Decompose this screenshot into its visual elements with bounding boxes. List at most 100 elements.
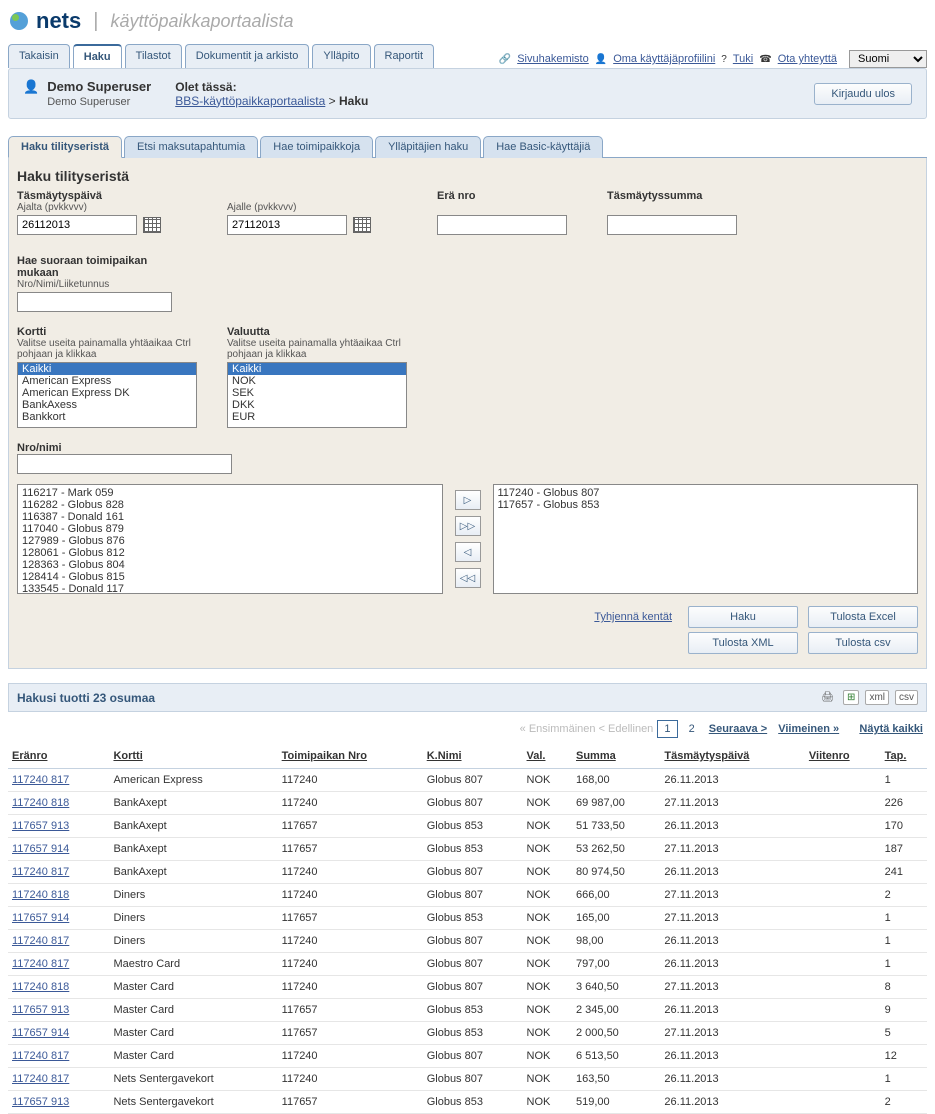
cell-batch[interactable]: 117240 817 — [8, 953, 109, 976]
move-left-button[interactable]: ◁ — [455, 542, 481, 562]
cell-batch[interactable]: 117657 914 — [8, 1022, 109, 1045]
contact-link[interactable]: Ota yhteyttä — [778, 53, 837, 65]
card-option[interactable]: American Express DK — [18, 387, 196, 399]
list-item[interactable]: 116387 - Donald 161 — [20, 511, 440, 523]
page-1[interactable]: 1 — [657, 720, 677, 738]
direct-input[interactable] — [17, 292, 172, 312]
col-card[interactable]: Kortti — [109, 744, 277, 769]
cell-merchant: 117657 — [278, 1091, 423, 1114]
list-item[interactable]: 117240 - Globus 807 — [496, 487, 916, 499]
csv-icon[interactable]: csv — [895, 690, 918, 705]
to-date-sublabel: Ajalle (pvkkvvv) — [227, 202, 417, 213]
tab-search[interactable]: Haku — [73, 44, 122, 68]
sitemap-link[interactable]: Sivuhakemisto — [517, 53, 589, 65]
subtab-basic[interactable]: Hae Basic-käyttäjiä — [483, 136, 603, 158]
subtab-settlements[interactable]: Haku tilityseristä — [8, 136, 122, 158]
cell-card: Diners — [109, 907, 277, 930]
currency-option[interactable]: DKK — [228, 399, 406, 411]
amount-input[interactable] — [607, 215, 737, 235]
col-date[interactable]: Täsmäytyspäivä — [660, 744, 804, 769]
currency-option[interactable]: NOK — [228, 375, 406, 387]
list-item[interactable]: 116217 - Mark 059 — [20, 487, 440, 499]
subtab-admins[interactable]: Ylläpitäjien haku — [375, 136, 481, 158]
currency-option[interactable]: EUR — [228, 411, 406, 423]
cell-batch[interactable]: 117240 818 — [8, 792, 109, 815]
cell-batch[interactable]: 117240 818 — [8, 884, 109, 907]
selected-list[interactable]: 117240 - Globus 807 117657 - Globus 853 — [493, 484, 919, 594]
cell-batch[interactable]: 117240 817 — [8, 930, 109, 953]
help-link[interactable]: Tuki — [733, 53, 753, 65]
nroname-input[interactable] — [17, 454, 232, 474]
cell-batch[interactable]: 117240 817 — [8, 1045, 109, 1068]
logout-button[interactable]: Kirjaudu ulos — [814, 83, 912, 105]
list-item[interactable]: 116282 - Globus 828 — [20, 499, 440, 511]
move-all-right-button[interactable]: ▷▷ — [455, 516, 481, 536]
calendar-icon[interactable] — [353, 217, 371, 233]
list-item[interactable]: 117657 - Globus 853 — [496, 499, 916, 511]
currency-option[interactable]: SEK — [228, 387, 406, 399]
cell-batch[interactable]: 117657 913 — [8, 815, 109, 838]
profile-icon: 👤 — [595, 54, 607, 65]
print-excel-button[interactable]: Tulosta Excel — [808, 606, 918, 628]
list-item[interactable]: 133545 - Donald 117 — [20, 583, 440, 594]
cell-batch[interactable]: 117240 818 — [8, 976, 109, 999]
cell-batch[interactable]: 117240 817 — [8, 861, 109, 884]
card-option[interactable]: Kaikki — [18, 363, 196, 375]
last-page[interactable]: Viimeinen » — [778, 723, 839, 735]
list-item[interactable]: 117040 - Globus 879 — [20, 523, 440, 535]
available-list[interactable]: 116217 - Mark 059 116282 - Globus 828 11… — [17, 484, 443, 594]
currency-option[interactable]: Kaikki — [228, 363, 406, 375]
cell-batch[interactable]: 117240 817 — [8, 1068, 109, 1091]
col-kname[interactable]: K.Nimi — [423, 744, 523, 769]
search-button[interactable]: Haku — [688, 606, 798, 628]
cell-batch[interactable]: 117657 913 — [8, 999, 109, 1022]
move-right-button[interactable]: ▷ — [455, 490, 481, 510]
cell-date: 26.11.2013 — [660, 769, 804, 792]
move-all-left-button[interactable]: ◁◁ — [455, 568, 481, 588]
excel-icon[interactable]: ⊞ — [843, 690, 859, 705]
breadcrumb-link[interactable]: BBS-käyttöpaikkaportaalista — [175, 94, 325, 108]
xml-icon[interactable]: xml — [865, 690, 889, 705]
card-option[interactable]: American Express — [18, 375, 196, 387]
batch-input[interactable] — [437, 215, 567, 235]
show-all-link[interactable]: Näytä kaikki — [859, 723, 923, 735]
print-xml-button[interactable]: Tulosta XML — [688, 632, 798, 654]
col-sum[interactable]: Summa — [572, 744, 660, 769]
subtab-merchants[interactable]: Hae toimipaikkoja — [260, 136, 373, 158]
subtab-transactions[interactable]: Etsi maksutapahtumia — [124, 136, 258, 158]
currency-select[interactable]: Kaikki NOK SEK DKK EUR — [227, 362, 407, 428]
cell-batch[interactable]: 117657 914 — [8, 907, 109, 930]
cell-ref — [805, 815, 881, 838]
tab-maintenance[interactable]: Ylläpito — [312, 44, 370, 68]
from-date-input[interactable] — [17, 215, 137, 235]
cell-batch[interactable]: 117657 913 — [8, 1091, 109, 1114]
tab-reports[interactable]: Raportit — [374, 44, 435, 68]
list-item[interactable]: 128414 - Globus 815 — [20, 571, 440, 583]
cell-batch[interactable]: 117657 914 — [8, 838, 109, 861]
col-ref[interactable]: Viitenro — [805, 744, 881, 769]
list-item[interactable]: 128061 - Globus 812 — [20, 547, 440, 559]
tab-documents[interactable]: Dokumentit ja arkisto — [185, 44, 310, 68]
tab-back[interactable]: Takaisin — [8, 44, 70, 68]
tab-stats[interactable]: Tilastot — [125, 44, 182, 68]
next-page[interactable]: Seuraava > — [709, 723, 767, 735]
card-option[interactable]: BankAxess — [18, 399, 196, 411]
col-merchant[interactable]: Toimipaikan Nro — [278, 744, 423, 769]
col-batch[interactable]: Eränro — [8, 744, 109, 769]
profile-link[interactable]: Oma käyttäjäprofiilini — [613, 53, 715, 65]
col-val[interactable]: Val. — [523, 744, 572, 769]
table-row: 117240 818Master Card117240Globus 807NOK… — [8, 976, 927, 999]
to-date-input[interactable] — [227, 215, 347, 235]
print-csv-button[interactable]: Tulosta csv — [808, 632, 918, 654]
page-2[interactable]: 2 — [683, 721, 701, 737]
language-select[interactable]: Suomi — [849, 50, 927, 68]
col-tap[interactable]: Tap. — [881, 744, 927, 769]
print-icon[interactable]: 🖨 — [818, 691, 837, 704]
list-item[interactable]: 128363 - Globus 804 — [20, 559, 440, 571]
clear-link[interactable]: Tyhjennä kentät — [594, 611, 672, 623]
calendar-icon[interactable] — [143, 217, 161, 233]
list-item[interactable]: 127989 - Globus 876 — [20, 535, 440, 547]
card-select[interactable]: Kaikki American Express American Express… — [17, 362, 197, 428]
card-option[interactable]: Bankkort — [18, 411, 196, 423]
cell-batch[interactable]: 117240 817 — [8, 769, 109, 792]
